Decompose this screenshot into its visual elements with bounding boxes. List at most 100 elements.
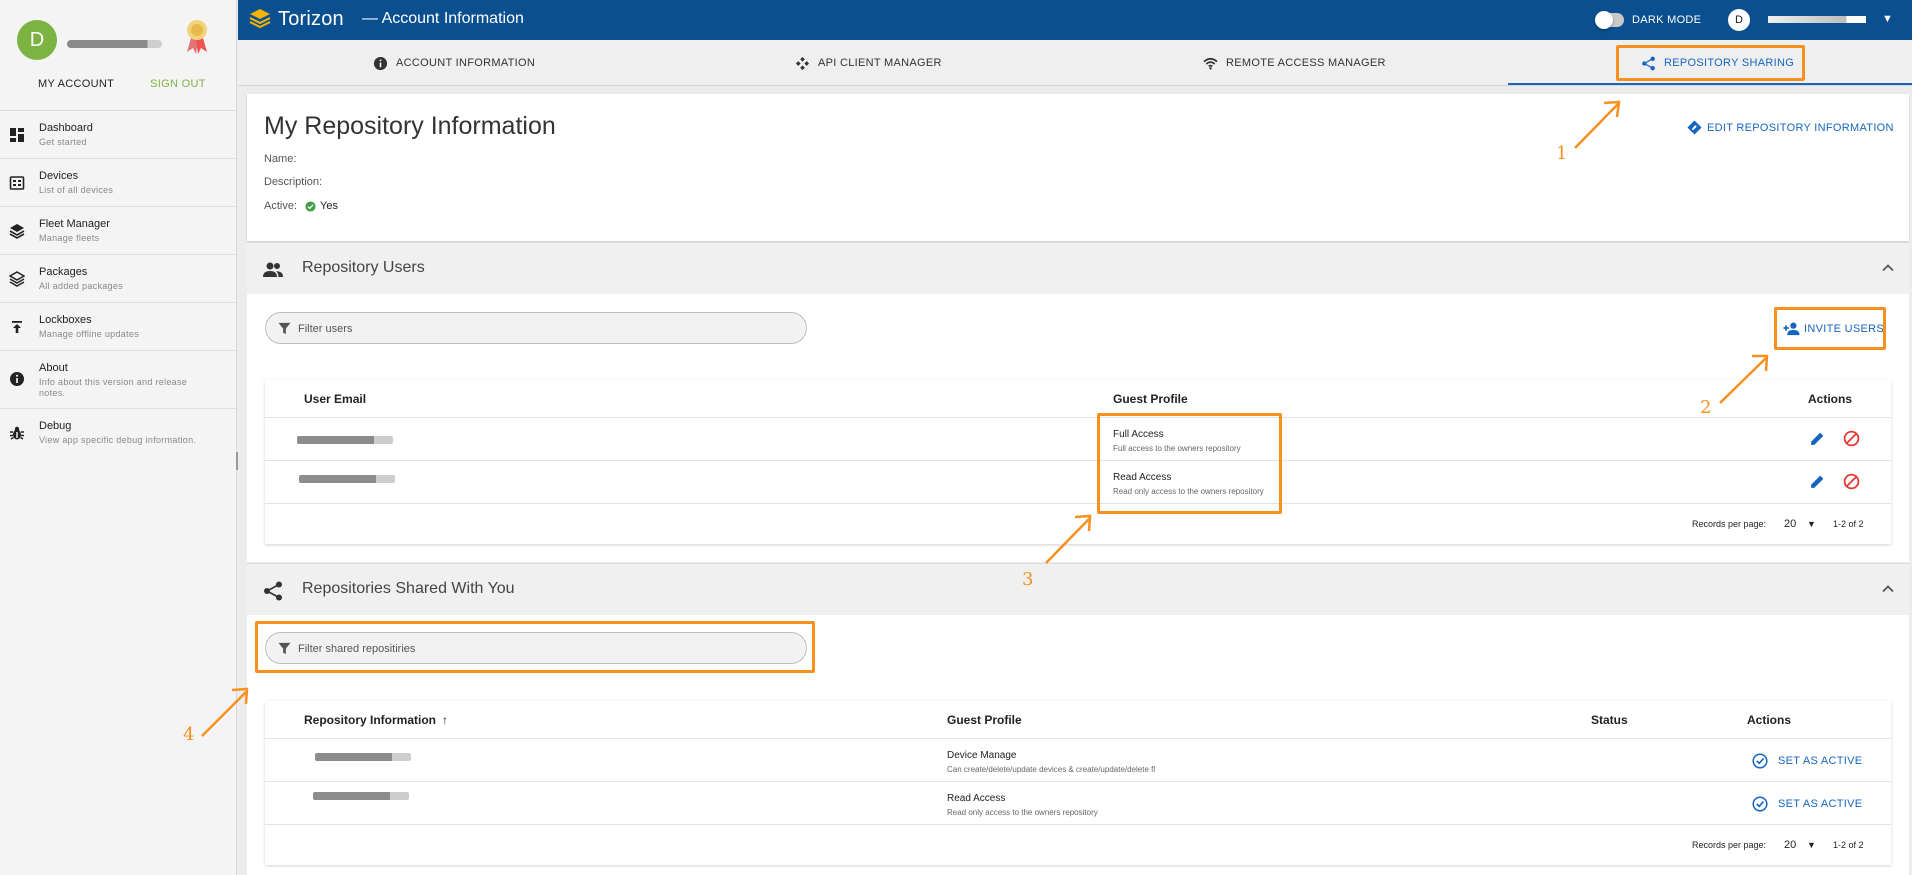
user-avatar[interactable]: D: [1728, 9, 1750, 31]
chevron-up-icon[interactable]: [1881, 582, 1895, 596]
share-icon: [264, 581, 282, 601]
sidebar-item-debug[interactable]: Debug View app specific debug informatio…: [0, 409, 236, 457]
award-badge-icon: [187, 20, 207, 54]
sidebar-resize-handle[interactable]: [236, 452, 238, 470]
guest-profile-description: Read only access to the owners repositor…: [947, 808, 1098, 817]
profile-section: D MY ACCOUNT SIGN OUT: [0, 0, 236, 111]
sidebar-item-title: Fleet Manager: [39, 218, 110, 230]
packages-icon: [9, 271, 25, 287]
tab-label: REMOTE ACCESS MANAGER: [1226, 57, 1386, 69]
check-circle-outline-icon: [1752, 796, 1768, 812]
pagination-range: 1-2 of 2: [1833, 840, 1864, 850]
edit-pencil-icon[interactable]: [1809, 430, 1826, 447]
sign-out-link[interactable]: SIGN OUT: [150, 78, 206, 90]
column-header-guest-profile: Guest Profile: [947, 713, 1022, 727]
redacted-repository-name: [315, 753, 411, 761]
sidebar-item-fleet-manager[interactable]: Fleet Manager Manage fleets: [0, 207, 236, 255]
sidebar-item-dashboard[interactable]: Dashboard Get started: [0, 111, 236, 159]
column-header-label: Repository Information: [304, 713, 437, 727]
sidebar-item-subtitle: All added packages: [39, 281, 123, 291]
sidebar-item-devices[interactable]: Devices List of all devices: [0, 159, 236, 207]
repository-name-label: Name:: [264, 153, 297, 165]
tab-api-client-manager[interactable]: API CLIENT MANAGER: [795, 40, 942, 86]
sidebar-item-packages[interactable]: Packages All added packages: [0, 255, 236, 303]
annotation-number: 2: [1700, 397, 1712, 418]
sidebar-item-subtitle: Manage offline updates: [39, 329, 140, 339]
dashboard-icon: [10, 128, 24, 142]
block-icon[interactable]: [1843, 473, 1860, 490]
arrow-up-sort-icon[interactable]: ↑: [442, 713, 448, 727]
caret-down-icon[interactable]: ▼: [1807, 840, 1816, 850]
check-circle-icon: [305, 200, 316, 212]
caret-down-icon[interactable]: ▼: [1807, 519, 1816, 529]
sidebar-item-title: Packages: [39, 266, 88, 278]
sidebar-item-lockboxes[interactable]: Lockboxes Manage offline updates: [0, 303, 236, 351]
tab-remote-access-manager[interactable]: REMOTE ACCESS MANAGER: [1203, 40, 1386, 86]
records-per-page-label: Records per page:: [1692, 519, 1767, 529]
info-icon: [10, 372, 24, 386]
annotation-box-filter-shared: [255, 621, 815, 673]
set-as-active-label: SET AS ACTIVE: [1778, 798, 1863, 810]
wifi-icon: [1203, 57, 1218, 70]
repository-users-table: User Email Guest Profile Actions Full Ac…: [265, 380, 1891, 544]
tab-account-information[interactable]: ACCOUNT INFORMATION: [373, 40, 535, 86]
repository-info-panel: My Repository Information Name: Descript…: [247, 94, 1909, 241]
column-header-actions: Actions: [1747, 713, 1792, 727]
annotation-box-repository-sharing: [1616, 45, 1805, 81]
filter-users-field[interactable]: [265, 312, 807, 344]
repository-users-header[interactable]: Repository Users: [247, 242, 1909, 294]
my-account-link[interactable]: MY ACCOUNT: [38, 78, 114, 90]
records-per-page-select[interactable]: 20: [1784, 839, 1796, 851]
filter-icon: [278, 322, 291, 335]
tab-label: ACCOUNT INFORMATION: [396, 57, 536, 69]
upload-icon: [12, 321, 22, 333]
chevron-up-icon[interactable]: [1881, 261, 1895, 275]
dark-mode-toggle[interactable]: [1595, 11, 1624, 29]
set-as-active-button[interactable]: SET AS ACTIVE: [1752, 796, 1862, 812]
shared-repositories-header[interactable]: Repositories Shared With You: [247, 563, 1909, 615]
edit-repository-information-button[interactable]: EDIT REPOSITORY INFORMATION: [1687, 120, 1894, 135]
edit-diamond-icon: [1687, 120, 1702, 135]
column-header-user-email: User Email: [304, 392, 367, 406]
redacted-user-menu-name[interactable]: [1768, 16, 1866, 23]
sidebar-item-about[interactable]: About Info about this version and releas…: [0, 351, 236, 409]
api-icon: [795, 56, 810, 70]
guest-profile-title: Device Manage: [947, 750, 1017, 761]
check-circle-outline-icon: [1752, 753, 1768, 769]
edit-pencil-icon[interactable]: [1809, 473, 1826, 490]
sidebar-item-subtitle: List of all devices: [39, 185, 114, 195]
avatar[interactable]: D: [17, 20, 57, 60]
shared-repositories-table: Repository Information ↑ Guest Profile St…: [265, 701, 1891, 865]
active-tab-indicator: [1508, 83, 1912, 85]
table-row: Read Access Read only access to the owne…: [265, 781, 1891, 824]
column-header-repository-information[interactable]: Repository Information ↑: [304, 713, 448, 727]
annotation-box-guest-profiles: [1097, 413, 1282, 514]
table-row: Device Manage Can create/delete/update d…: [265, 738, 1891, 781]
devices-icon: [9, 176, 25, 190]
table-pagination: Records per page: 20 ▼ 1-2 of 2: [265, 824, 1891, 865]
filter-users-input[interactable]: [298, 320, 778, 338]
repository-description-label: Description:: [264, 176, 323, 188]
repository-info-heading: My Repository Information: [264, 112, 556, 140]
sidebar-item-title: Dashboard: [39, 122, 93, 134]
records-per-page-select[interactable]: 20: [1784, 518, 1796, 530]
account-links: MY ACCOUNT SIGN OUT: [0, 78, 236, 90]
annotation-number: 1: [1556, 143, 1568, 164]
annotation-number: 4: [183, 724, 195, 745]
page-title: — Account Information: [362, 10, 524, 27]
people-icon: [263, 262, 283, 277]
pagination-range: 1-2 of 2: [1833, 519, 1864, 529]
block-icon[interactable]: [1843, 430, 1860, 447]
redacted-user-email: [297, 436, 393, 444]
set-as-active-button[interactable]: SET AS ACTIVE: [1752, 753, 1862, 769]
sidebar-item-subtitle: Manage fleets: [39, 233, 100, 243]
column-header-guest-profile: Guest Profile: [1113, 392, 1188, 406]
repository-users-title: Repository Users: [302, 259, 425, 276]
top-app-bar: Torizon — Account Information DARK MODE …: [238, 0, 1912, 40]
brand-name: Torizon: [278, 8, 344, 30]
annotation-box-invite-users: [1774, 307, 1886, 350]
column-header-actions: Actions: [1808, 392, 1853, 406]
sidebar-item-subtitle: View app specific debug information.: [39, 435, 197, 445]
caret-down-icon[interactable]: ▼: [1882, 13, 1893, 25]
column-header-status: Status: [1591, 713, 1628, 727]
